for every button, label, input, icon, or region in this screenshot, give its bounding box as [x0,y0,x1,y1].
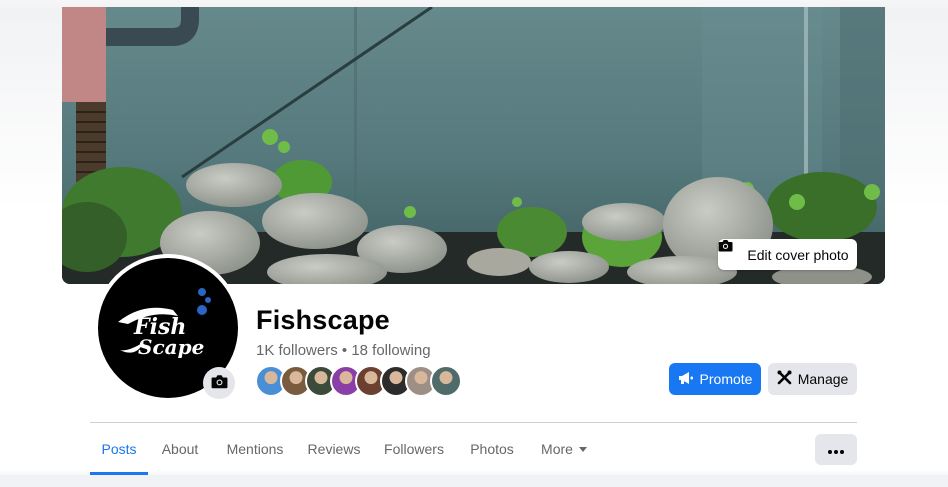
followers-count-link[interactable]: 1K followers [256,342,338,359]
tab-photos[interactable]: Photos [465,423,519,475]
tab-about[interactable]: About [156,423,204,475]
following-count-link[interactable]: 18 following [351,342,430,359]
promote-button[interactable]: Promote [669,363,761,395]
page-footer-background [0,475,948,487]
tab-posts[interactable]: Posts [90,423,148,475]
stats-separator: • [341,342,348,359]
logo-text-scape: Scape [138,335,204,359]
manage-label: Manage [797,371,849,387]
tab-followers[interactable]: Followers [380,423,448,475]
more-options-button[interactable] [815,434,857,465]
tab-more-label: More [541,441,573,457]
ellipsis-icon [827,442,845,457]
tab-mentions[interactable]: Mentions [220,423,290,475]
edit-cover-photo-label: Edit cover photo [747,246,849,263]
camera-icon [211,374,228,392]
tab-reviews[interactable]: Reviews [304,423,364,475]
edit-cover-photo-button[interactable]: Edit cover photo [718,239,857,270]
caret-down-icon [578,447,587,452]
tab-more[interactable]: More [536,423,592,475]
page-title: Fishscape [256,305,390,335]
update-profile-picture-button[interactable] [203,367,235,399]
megaphone-icon [678,371,694,388]
follow-stats: 1K followers • 18 following [256,342,431,359]
cover-photo[interactable]: Edit cover photo [62,7,885,284]
manage-button[interactable]: Manage [768,363,857,395]
follower-avatars[interactable] [255,365,462,397]
camera-icon [718,240,741,261]
tools-icon [777,370,792,388]
follower-avatar[interactable] [430,365,462,397]
promote-label: Promote [699,371,753,387]
